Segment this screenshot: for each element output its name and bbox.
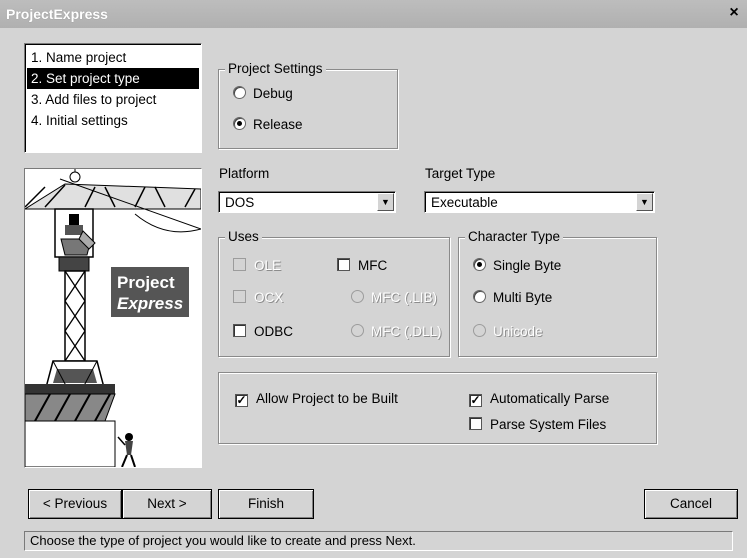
debug-radio-dot[interactable] — [233, 86, 246, 99]
ocx-label: OCX — [254, 290, 284, 305]
parse-system-label: Parse System Files — [490, 417, 607, 432]
close-icon[interactable]: × — [725, 4, 743, 22]
previous-button[interactable]: < Previous — [28, 489, 122, 519]
chevron-down-icon[interactable]: ▼ — [636, 193, 653, 211]
release-radio-dot[interactable] — [233, 117, 246, 130]
art-text-project: Project — [117, 273, 175, 292]
step-item-add-files[interactable]: 3. Add files to project — [27, 89, 199, 110]
auto-parse-checkbox-box[interactable]: ✓ — [469, 394, 482, 407]
art-text-express: Express — [117, 294, 183, 313]
odbc-label: ODBC — [254, 324, 294, 339]
uses-group: Uses OLE MFC OCX MFC (.LIB) ODBC MFC (.D… — [218, 229, 450, 357]
platform-value: DOS — [225, 195, 255, 210]
steps-list[interactable]: 1. Name project 2. Set project type 3. A… — [24, 43, 202, 153]
multi-byte-radio[interactable]: Multi Byte — [473, 288, 552, 308]
step-item-set-project-type[interactable]: 2. Set project type — [27, 68, 199, 89]
auto-parse-checkbox[interactable]: ✓ Automatically Parse — [469, 389, 609, 409]
project-settings-legend: Project Settings — [225, 61, 326, 76]
allow-build-checkbox-box[interactable]: ✓ — [235, 394, 248, 407]
multi-byte-radio-dot[interactable] — [473, 290, 486, 303]
character-type-legend: Character Type — [465, 229, 564, 244]
unicode-radio: Unicode — [473, 322, 543, 342]
cancel-button[interactable]: Cancel — [644, 489, 738, 519]
single-byte-label: Single Byte — [493, 258, 562, 273]
chevron-down-icon[interactable]: ▼ — [377, 193, 394, 211]
step-item-name-project[interactable]: 1. Name project — [27, 47, 199, 68]
ocx-checkbox: OCX — [233, 288, 283, 308]
platform-dropdown[interactable]: DOS ▼ — [218, 191, 396, 213]
project-express-illustration: Project Express — [24, 168, 202, 468]
platform-label: Platform — [219, 166, 270, 181]
debug-radio[interactable]: Debug — [233, 84, 293, 104]
target-type-value: Executable — [431, 195, 498, 210]
mfc-dll-label: MFC (.DLL) — [371, 324, 442, 339]
status-bar: Choose the type of project you would lik… — [24, 531, 733, 551]
multi-byte-label: Multi Byte — [493, 290, 553, 305]
mfc-checkbox-box[interactable] — [337, 258, 350, 271]
single-byte-radio-dot[interactable] — [473, 258, 486, 271]
allow-build-label: Allow Project to be Built — [256, 391, 398, 406]
target-type-label: Target Type — [425, 166, 496, 181]
allow-build-checkbox[interactable]: ✓ Allow Project to be Built — [235, 389, 398, 409]
ole-checkbox: OLE — [233, 256, 281, 276]
odbc-checkbox-box[interactable] — [233, 324, 246, 337]
uses-legend: Uses — [225, 229, 262, 244]
auto-parse-label: Automatically Parse — [490, 391, 610, 406]
ocx-checkbox-box — [233, 290, 246, 303]
unicode-label: Unicode — [493, 324, 543, 339]
single-byte-radio[interactable]: Single Byte — [473, 256, 561, 276]
odbc-checkbox[interactable]: ODBC — [233, 322, 293, 342]
mfc-lib-label: MFC (.LIB) — [371, 290, 437, 305]
title-bar[interactable]: ProjectExpress × — [0, 0, 747, 28]
mfc-checkbox[interactable]: MFC — [337, 256, 387, 276]
mfc-lib-radio: MFC (.LIB) — [351, 288, 437, 308]
build-options-group: ✓ Allow Project to be Built ✓ Automaticall… — [218, 372, 657, 444]
parse-system-checkbox[interactable]: Parse System Files — [469, 415, 606, 435]
mfc-dll-radio-dot — [351, 324, 364, 337]
unicode-radio-dot — [473, 324, 486, 337]
target-type-dropdown[interactable]: Executable ▼ — [424, 191, 655, 213]
window-title: ProjectExpress — [6, 6, 108, 22]
release-radio[interactable]: Release — [233, 115, 303, 135]
ole-label: OLE — [254, 258, 282, 273]
mfc-lib-radio-dot — [351, 290, 364, 303]
mfc-label: MFC — [358, 258, 388, 273]
next-button[interactable]: Next > — [122, 489, 212, 519]
ole-checkbox-box — [233, 258, 246, 271]
projectexpress-window: ProjectExpress × 1. Name project 2. Set … — [0, 0, 747, 558]
release-label: Release — [253, 117, 303, 132]
project-settings-group: Project Settings Debug Release — [218, 61, 398, 149]
character-type-group: Character Type Single Byte Multi Byte Un… — [458, 229, 657, 357]
debug-label: Debug — [253, 86, 293, 101]
parse-system-checkbox-box[interactable] — [469, 417, 482, 430]
finish-button[interactable]: Finish — [218, 489, 314, 519]
crane-illustration: Project Express — [25, 169, 201, 467]
step-item-initial-settings[interactable]: 4. Initial settings — [27, 110, 199, 131]
mfc-dll-radio: MFC (.DLL) — [351, 322, 442, 342]
